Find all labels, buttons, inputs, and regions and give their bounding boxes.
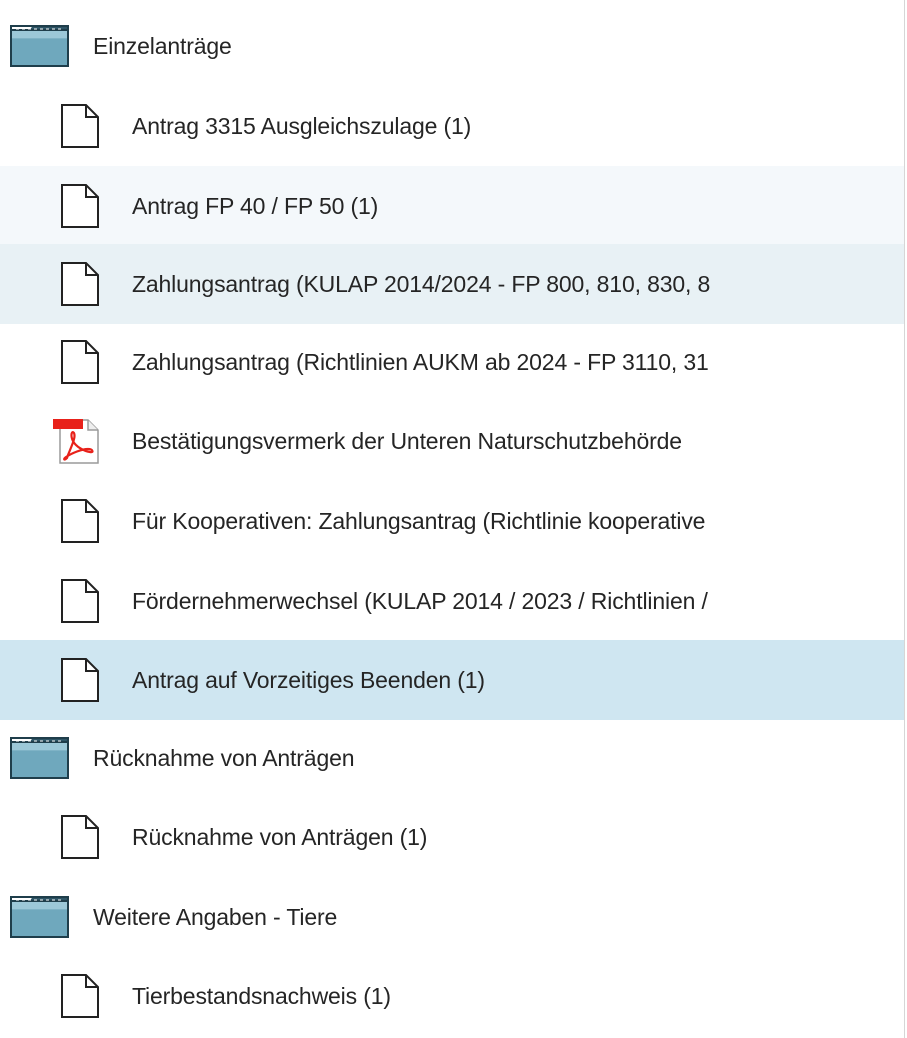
tree-item-foerdernehmerwechsel[interactable]: Fördernehmerwechsel (KULAP 2014 / 2023 /… <box>0 561 904 641</box>
tree-item-label: Zahlungsantrag (Richtlinien AUKM ab 2024… <box>132 349 709 375</box>
tree-item-ruecknahme[interactable]: Rücknahme von Anträgen (1) <box>0 797 904 877</box>
tree-item-zahlungsantrag-aukm[interactable]: Zahlungsantrag (Richtlinien AUKM ab 2024… <box>0 322 904 402</box>
tree-folder-weitere-angaben-tiere[interactable]: Weitere Angaben - Tiere <box>0 877 904 957</box>
document-icon <box>61 974 99 1018</box>
tree-item-antrag-fp40[interactable]: Antrag FP 40 / FP 50 (1) <box>0 166 904 246</box>
pdf-icon <box>53 419 99 464</box>
tree-item-kooperativen[interactable]: Für Kooperativen: Zahlungsantrag (Richtl… <box>0 481 904 561</box>
document-icon <box>61 184 99 228</box>
tree-item-label: Für Kooperativen: Zahlungsantrag (Richtl… <box>132 508 706 534</box>
tree-item-tierbestandsnachweis[interactable]: Tierbestandsnachweis (1) <box>0 956 904 1036</box>
tree-item-bestaetigungsvermerk[interactable]: Bestätigungsvermerk der Unteren Natursch… <box>0 401 904 481</box>
tree-item-label: Antrag 3315 Ausgleichszulage (1) <box>132 113 472 139</box>
document-icon <box>61 658 99 702</box>
tree-item-label: Bestätigungsvermerk der Unteren Natursch… <box>132 428 682 454</box>
document-icon <box>61 262 99 306</box>
document-icon <box>61 579 99 623</box>
folder-icon <box>10 896 69 938</box>
tree-item-label: Zahlungsantrag (KULAP 2014/2024 - FP 800… <box>132 271 711 297</box>
folder-icon <box>10 25 69 67</box>
tree-folder-label: Weitere Angaben - Tiere <box>93 904 338 930</box>
tree-item-label: Antrag FP 40 / FP 50 (1) <box>132 193 379 219</box>
tree-item-zahlungsantrag-kulap[interactable]: Zahlungsantrag (KULAP 2014/2024 - FP 800… <box>0 244 904 324</box>
tree-folder-ruecknahme[interactable]: Rücknahme von Anträgen <box>0 718 904 798</box>
tree-item-antrag-3315[interactable]: Antrag 3315 Ausgleichszulage (1) <box>0 86 904 166</box>
navigation-tree: Einzelanträge Antrag 3315 Ausgleichszula… <box>0 0 905 1038</box>
tree-folder-label: Rücknahme von Anträgen <box>93 745 355 771</box>
tree-item-label: Rücknahme von Anträgen (1) <box>132 824 428 850</box>
folder-icon <box>10 737 69 779</box>
document-icon <box>61 815 99 859</box>
tree-folder-einzelantraege[interactable]: Einzelanträge <box>0 6 904 86</box>
tree-item-label: Tierbestandsnachweis (1) <box>132 983 391 1009</box>
document-icon <box>61 340 99 384</box>
tree-item-label: Antrag auf Vorzeitiges Beenden (1) <box>132 667 485 693</box>
tree-item-label: Fördernehmerwechsel (KULAP 2014 / 2023 /… <box>132 588 708 614</box>
tree-folder-label: Einzelanträge <box>93 33 232 59</box>
document-icon <box>61 104 99 148</box>
tree-item-vorzeitiges-beenden[interactable]: Antrag auf Vorzeitiges Beenden (1) <box>0 640 904 720</box>
document-icon <box>61 499 99 543</box>
